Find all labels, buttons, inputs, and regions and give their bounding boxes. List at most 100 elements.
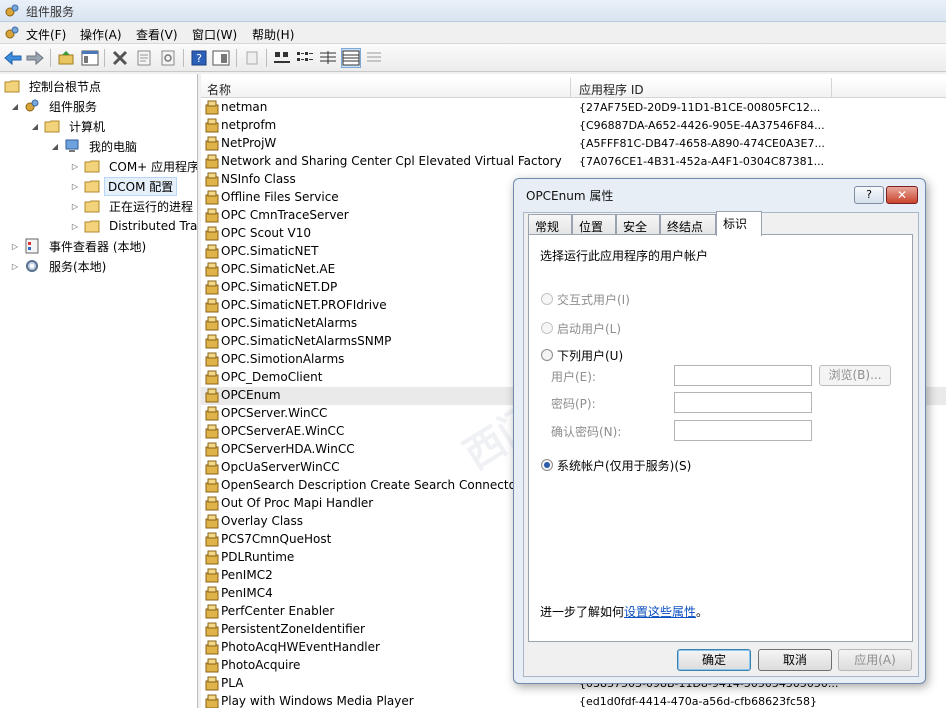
list-item-name: NSInfo Class bbox=[221, 172, 296, 186]
tree-expander-icon[interactable]: ▷ bbox=[10, 242, 20, 251]
tab-security[interactable]: 安全 bbox=[616, 214, 660, 235]
export-list-icon[interactable] bbox=[364, 48, 384, 68]
cancel-button[interactable]: 取消 bbox=[758, 649, 832, 671]
menu-bar: 文件(F) 操作(A) 查看(V) 窗口(W) 帮助(H) bbox=[0, 22, 946, 44]
help-button[interactable]: ? bbox=[854, 186, 884, 204]
list-item[interactable]: Play with Windows Media Player {ed1d0fdf-… bbox=[201, 693, 946, 708]
dcom-app-icon bbox=[205, 550, 219, 565]
tree-item-label: 控制台根节点 bbox=[29, 79, 102, 94]
tab-identity[interactable]: 标识 bbox=[716, 211, 762, 236]
list-item[interactable]: netman {27AF75ED-20D9-11D1-B1CE-00805FC12… bbox=[201, 99, 946, 117]
small-icons-view-icon[interactable] bbox=[295, 48, 315, 68]
tree-item[interactable]: ◢ 我的电脑 bbox=[50, 136, 142, 156]
component-services-icon bbox=[24, 98, 40, 114]
console-tree-icon[interactable] bbox=[211, 48, 231, 68]
dcom-app-icon bbox=[205, 370, 219, 385]
identity-panel: 选择运行此应用程序的用户帐户 交互式用户(I) 启动用户(L) 下列用户(U) … bbox=[528, 234, 913, 642]
show-hide-tree-icon[interactable] bbox=[80, 48, 100, 68]
menu-view[interactable]: 查看(V) bbox=[136, 26, 178, 43]
list-item-name: PersistentZoneIdentifier bbox=[221, 622, 365, 636]
browse-button[interactable]: 浏览(B)... bbox=[819, 365, 891, 386]
apply-button[interactable]: 应用(A) bbox=[838, 649, 912, 671]
tree-item[interactable]: ▷ 事件查看器 (本地) bbox=[10, 236, 151, 256]
learn-more-prefix: 进一步了解如何 bbox=[540, 605, 625, 619]
tree-expander-icon[interactable]: ▷ bbox=[70, 202, 80, 211]
tree-item[interactable]: ▷ 正在运行的进程 bbox=[70, 196, 197, 216]
close-button[interactable]: ✕ bbox=[886, 186, 918, 204]
dcom-app-icon bbox=[205, 478, 219, 493]
tree-expander-icon[interactable]: ▷ bbox=[70, 162, 80, 171]
event-viewer-icon bbox=[24, 238, 40, 254]
ok-button[interactable]: 确定 bbox=[677, 649, 751, 671]
list-item-app-id: {ed1d0fdf-4414-470a-a56d-cfb68623fc58} bbox=[579, 695, 817, 708]
opcenum-properties-dialog: OPCEnum 属性 ? ✕ 常规 位置 安全 终结点 标识 选择运行此应用程序… bbox=[513, 178, 926, 684]
list-item[interactable]: NetProjW {A5FFF81C-DB47-4658-A890-474CE0A… bbox=[201, 135, 946, 153]
tree-expander-icon[interactable]: ◢ bbox=[50, 142, 60, 151]
tree-expander-icon[interactable]: ◢ bbox=[10, 102, 20, 111]
list-item-name: PerfCenter Enabler bbox=[221, 604, 335, 618]
list-item[interactable]: netprofm {C96887DA-A652-4426-905E-4A37546… bbox=[201, 117, 946, 135]
column-name[interactable]: 名称 bbox=[207, 81, 231, 98]
dcom-app-icon bbox=[205, 676, 219, 691]
large-icons-view-icon[interactable] bbox=[272, 48, 292, 68]
radio-launching-user[interactable] bbox=[541, 322, 553, 334]
dcom-app-icon bbox=[205, 496, 219, 511]
tree-item-label: DCOM 配置 bbox=[104, 176, 178, 196]
tree-expander-icon[interactable]: ◢ bbox=[30, 122, 40, 131]
tree-item[interactable]: ◢ 组件服务 bbox=[10, 96, 102, 116]
component-services-icon[interactable] bbox=[4, 25, 20, 41]
list-view-icon[interactable] bbox=[318, 48, 338, 68]
tree-expander-icon[interactable]: ▷ bbox=[70, 222, 80, 231]
radio-system-account[interactable] bbox=[541, 459, 553, 471]
tree-item[interactable]: ▷ Distributed Tran bbox=[70, 216, 197, 236]
learn-more-link[interactable]: 设置这些属性 bbox=[624, 605, 696, 619]
help-icon[interactable]: ? bbox=[189, 48, 209, 68]
refresh-icon[interactable] bbox=[158, 48, 178, 68]
forward-icon[interactable] bbox=[25, 48, 45, 68]
confirm-password-field[interactable] bbox=[674, 420, 812, 441]
dcom-app-icon bbox=[205, 442, 219, 457]
list-item-name: netprofm bbox=[221, 118, 277, 132]
menu-help[interactable]: 帮助(H) bbox=[252, 26, 294, 43]
tree-item-label: 服务(本地) bbox=[49, 259, 107, 274]
radio-interactive-user[interactable] bbox=[541, 293, 553, 305]
dcom-app-icon bbox=[205, 136, 219, 151]
radio-this-user[interactable] bbox=[541, 349, 553, 361]
tree-item[interactable]: 控制台根节点 bbox=[4, 76, 106, 96]
menu-window[interactable]: 窗口(W) bbox=[192, 26, 237, 43]
list-item-name: PhotoAcquire bbox=[221, 658, 301, 672]
list-item-name: PLA bbox=[221, 676, 244, 690]
list-item-name: Overlay Class bbox=[221, 514, 304, 528]
tree-expander-icon[interactable]: ▷ bbox=[10, 262, 20, 271]
list-item[interactable]: Network and Sharing Center Cpl Elevated … bbox=[201, 153, 946, 171]
column-app-id[interactable]: 应用程序 ID bbox=[579, 81, 644, 98]
list-item-name: OPC.SimaticNET.PROFIdrive bbox=[221, 298, 387, 312]
menu-action[interactable]: 操作(A) bbox=[80, 26, 122, 43]
properties-icon[interactable] bbox=[134, 48, 154, 68]
tree-expander-icon[interactable]: ▷ bbox=[70, 182, 80, 191]
details-view-icon[interactable] bbox=[341, 48, 361, 68]
tab-location[interactable]: 位置 bbox=[572, 214, 616, 235]
back-icon[interactable] bbox=[3, 48, 23, 68]
tree-item-label: COM+ 应用程序 bbox=[109, 159, 198, 174]
new-window-icon[interactable] bbox=[242, 48, 262, 68]
menu-file[interactable]: 文件(F) bbox=[26, 26, 66, 43]
tree-item[interactable]: ▷ DCOM 配置 bbox=[70, 176, 178, 196]
list-item-name: Network and Sharing Center Cpl Elevated … bbox=[221, 154, 562, 168]
tree-item-label: 事件查看器 (本地) bbox=[49, 239, 147, 254]
delete-icon[interactable] bbox=[110, 48, 130, 68]
list-header: 名称 应用程序 ID bbox=[201, 78, 946, 98]
tree-item[interactable]: ◢ 计算机 bbox=[30, 116, 110, 136]
tree-item[interactable]: ▷ COM+ 应用程序 bbox=[70, 156, 198, 176]
folder-icon bbox=[44, 118, 60, 134]
user-field[interactable] bbox=[674, 365, 812, 386]
tab-general[interactable]: 常规 bbox=[528, 214, 572, 235]
tree-item[interactable]: ▷ 服务(本地) bbox=[10, 256, 111, 276]
up-folder-icon[interactable] bbox=[56, 48, 76, 68]
learn-more-text: 进一步了解如何设置这些属性。 bbox=[540, 603, 708, 620]
label-system-account: 系统帐户(仅用于服务)(S) bbox=[557, 459, 692, 473]
list-item-name: OPCEnum bbox=[221, 388, 281, 402]
tab-endpoints[interactable]: 终结点 bbox=[660, 214, 716, 235]
tree-item-label: 我的电脑 bbox=[89, 139, 138, 154]
password-field[interactable] bbox=[674, 392, 812, 413]
